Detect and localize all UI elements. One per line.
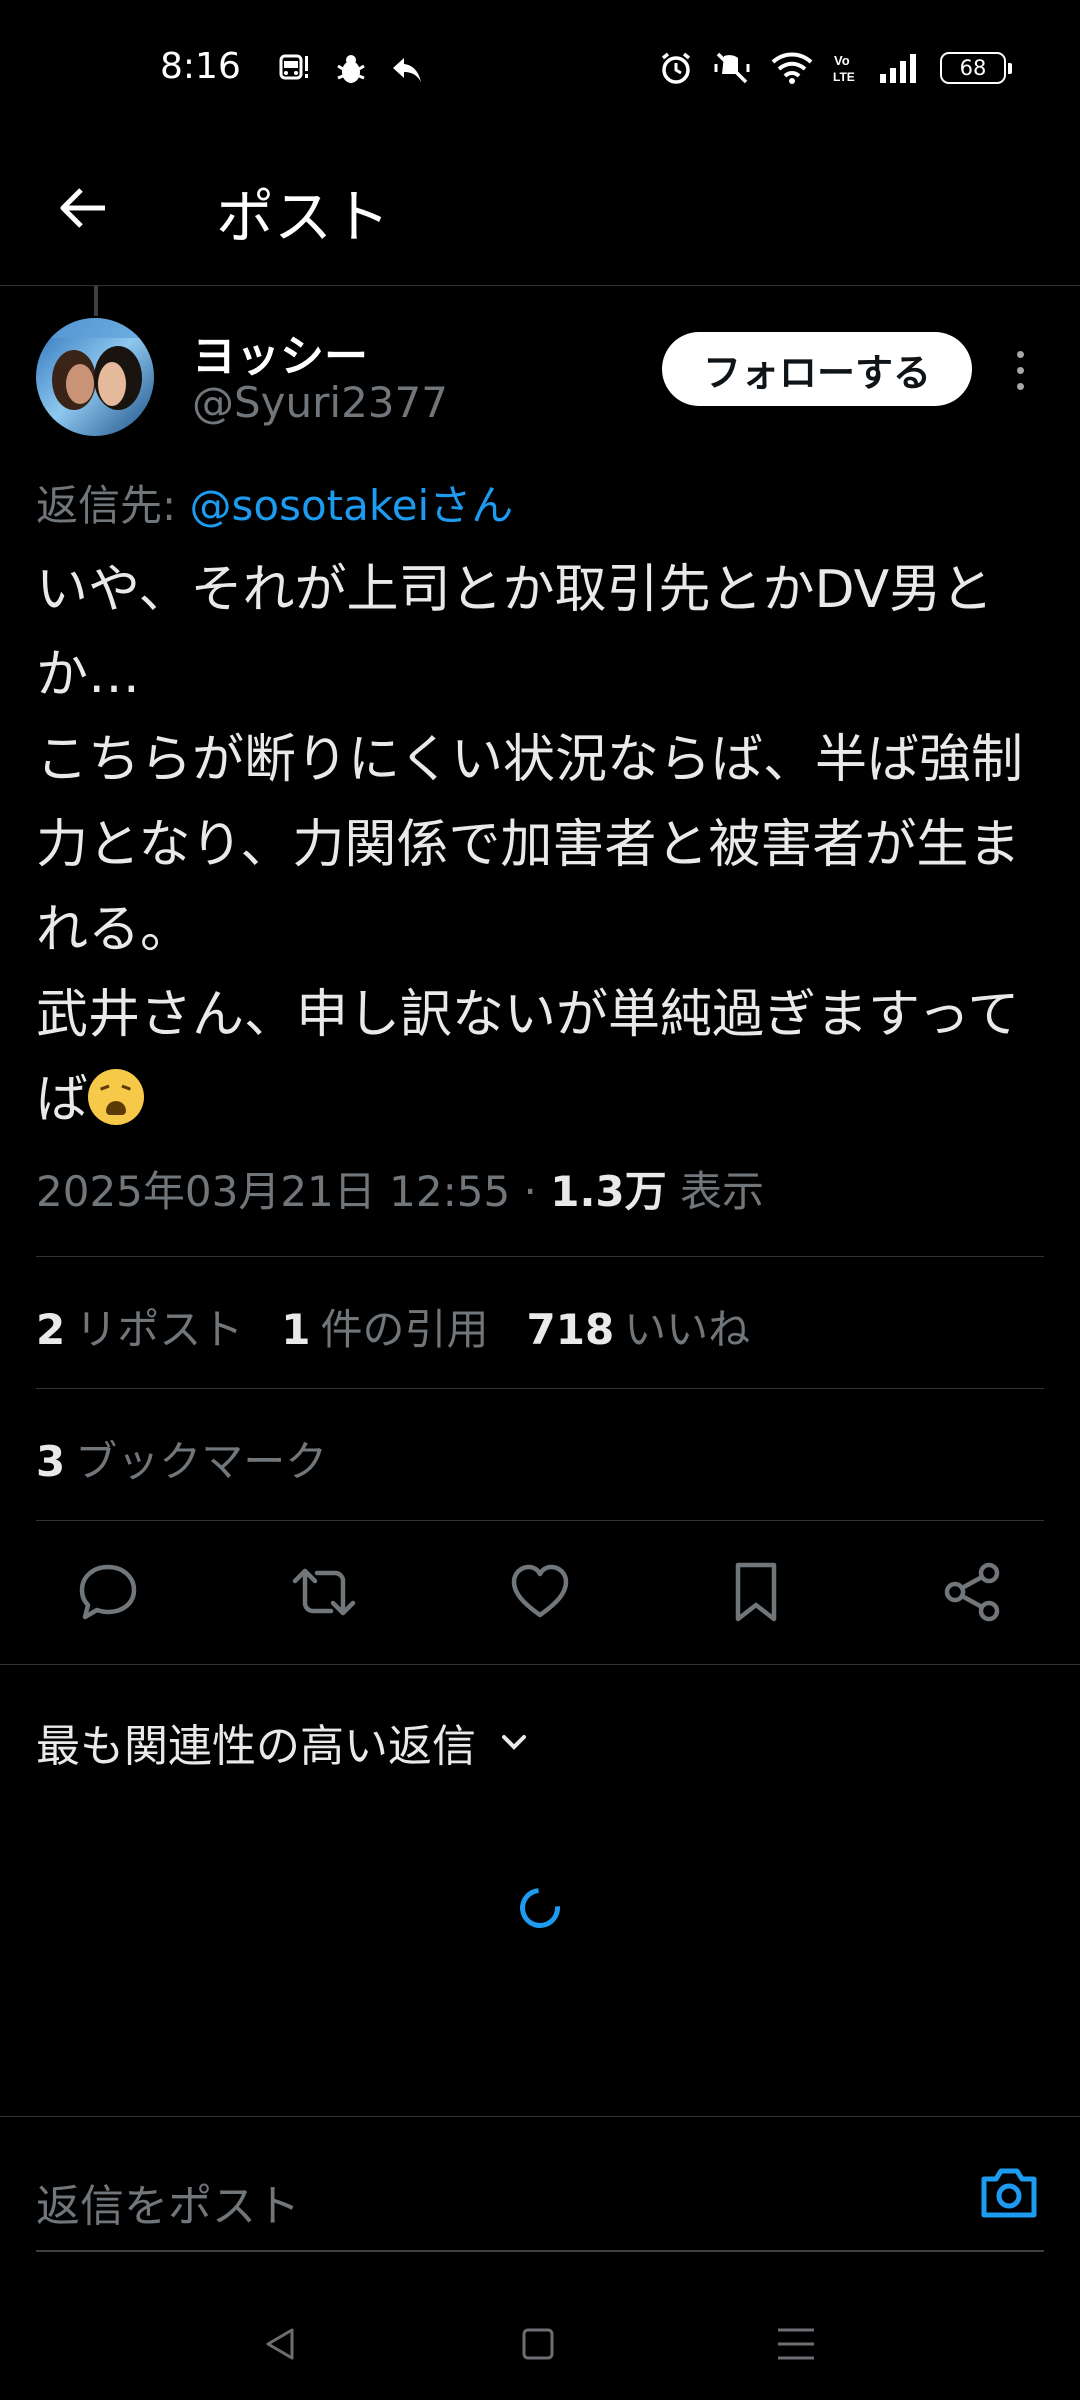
notification-icons xyxy=(278,52,424,86)
status-time: 8:16 xyxy=(160,46,241,87)
reply-mention-link[interactable]: @sosotakeiさん xyxy=(190,481,514,530)
heart-icon xyxy=(511,1564,569,1618)
divider xyxy=(0,1664,1080,1665)
svg-text:LTE: LTE xyxy=(833,70,855,84)
nav-recents-button[interactable] xyxy=(766,2314,826,2374)
status-bar: 8:16 Vo LTE 68 xyxy=(0,0,1080,140)
follow-button[interactable]: フォローする xyxy=(662,332,972,406)
like-button[interactable] xyxy=(500,1552,580,1632)
reply-arrow-icon xyxy=(393,58,421,82)
triangle-back-icon xyxy=(266,2328,294,2360)
alarm-icon xyxy=(661,52,691,84)
post-text: いや、それが上司とか取引先とかDV男とか… こちらが断りにくい状況ならば、半ば強… xyxy=(36,560,1023,1130)
vibrate-off-icon xyxy=(714,52,750,84)
bookmarks-stat[interactable]: 3 ブックマーク xyxy=(36,1428,327,1489)
views-label: 表示 xyxy=(679,1167,764,1216)
top-app-bar: ポスト xyxy=(0,140,1080,286)
post-body: いや、それが上司とか取引先とかDV男とか… こちらが断りにくい状況ならば、半ば強… xyxy=(36,548,1046,1143)
camera-button[interactable] xyxy=(976,2160,1042,2226)
reply-context: 返信先: @sosotakeiさん xyxy=(36,472,513,533)
action-bar xyxy=(0,1552,1080,1632)
more-dot xyxy=(1016,382,1024,390)
post-meta: 2025年03月21日 12:55 · 1.3万 表示 xyxy=(36,1158,764,1219)
camera-icon xyxy=(981,2168,1037,2218)
square-home-icon xyxy=(522,2328,554,2360)
svg-text:Vo: Vo xyxy=(834,53,850,68)
nav-back-button[interactable] xyxy=(250,2314,310,2374)
back-arrow-icon xyxy=(60,188,105,228)
divider xyxy=(36,1256,1044,1257)
share-button[interactable] xyxy=(932,1552,1012,1632)
reply-button[interactable] xyxy=(68,1552,148,1632)
divider xyxy=(0,2116,1080,2117)
weary-face-emoji-icon xyxy=(88,1069,145,1125)
quotes-stat[interactable]: 1 件の引用 xyxy=(281,1296,488,1357)
signal-icon xyxy=(880,54,916,83)
avatar[interactable] xyxy=(36,318,154,436)
bookmark-icon xyxy=(735,1562,777,1622)
reply-sort-label: 最も関連性の高い返信 xyxy=(36,1721,476,1772)
battery-indicator: 68 xyxy=(940,52,1012,84)
post-timestamp[interactable]: 2025年03月21日 12:55 · xyxy=(36,1167,550,1216)
reply-sort-dropdown[interactable]: 最も関連性の高い返信 xyxy=(36,1710,532,1774)
more-options-button[interactable] xyxy=(1004,342,1036,398)
author-name[interactable]: ヨッシー xyxy=(192,320,368,384)
bookmark-button[interactable] xyxy=(716,1552,796,1632)
system-navigation-bar xyxy=(0,2290,1080,2400)
page-title: ポスト xyxy=(216,183,391,251)
reply-prefix: 返信先: xyxy=(36,481,190,530)
more-dot xyxy=(1016,350,1024,358)
back-button[interactable] xyxy=(48,172,120,244)
volte-icon: Vo LTE xyxy=(833,53,855,84)
likes-stat[interactable]: 718 いいね xyxy=(527,1296,751,1357)
repost-button[interactable] xyxy=(284,1552,364,1632)
system-icons: Vo LTE 68 xyxy=(658,50,1012,86)
loading-spinner xyxy=(511,1879,569,1937)
reposts-stat[interactable]: 2 リポスト xyxy=(36,1296,243,1357)
divider xyxy=(36,1520,1044,1521)
share-icon xyxy=(944,1562,1000,1622)
wifi-icon xyxy=(771,52,813,84)
repost-icon xyxy=(292,1568,356,1616)
bookmark-stats: 3 ブックマーク xyxy=(36,1428,327,1489)
views-count: 1.3万 xyxy=(550,1167,667,1216)
bug-icon xyxy=(337,55,365,83)
composer-underline xyxy=(36,2250,1044,2252)
author-handle[interactable]: @Syuri2377 xyxy=(192,378,448,427)
nav-home-button[interactable] xyxy=(508,2314,568,2374)
menu-lines-icon xyxy=(778,2328,814,2360)
divider xyxy=(36,1388,1044,1389)
bus-alert-icon xyxy=(279,54,308,80)
thread-connector xyxy=(94,286,98,316)
reply-icon xyxy=(79,1564,137,1620)
engagement-stats: 2 リポスト 1 件の引用 718 いいね xyxy=(36,1296,750,1357)
chevron-down-icon xyxy=(502,1735,526,1750)
reply-composer-input[interactable]: 返信をポスト xyxy=(36,2170,300,2234)
more-dot xyxy=(1016,366,1024,374)
